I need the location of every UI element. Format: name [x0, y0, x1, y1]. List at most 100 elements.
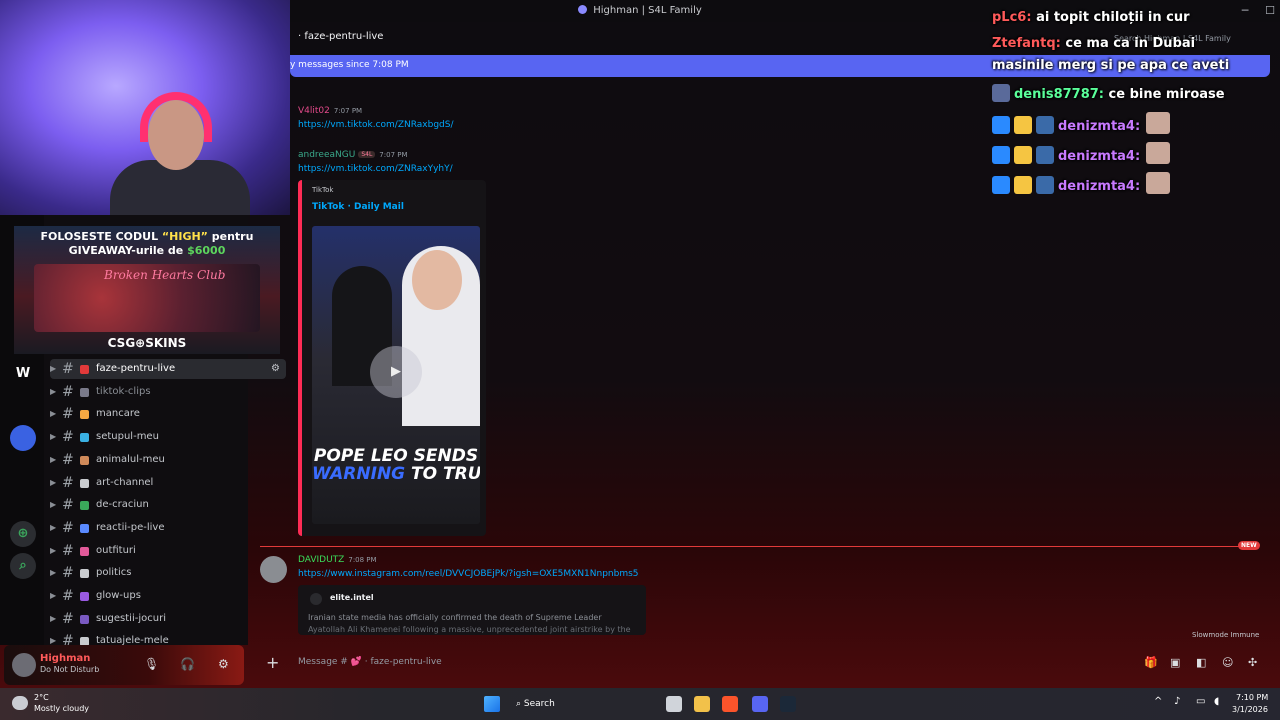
chevron-right-icon[interactable]: ▶ [50, 541, 56, 561]
channel-item-outfituri[interactable]: ▶ # outfituri [50, 541, 286, 561]
message-input[interactable]: Message # 💕 · faze-pentru-live [298, 657, 442, 667]
avatar[interactable] [12, 653, 36, 677]
start-button[interactable] [484, 696, 500, 712]
slowmode-indicator: Slowmode Immune [1192, 631, 1260, 639]
message-link[interactable]: https://www.instagram.com/reel/DVVCJOBEj… [298, 569, 639, 579]
hash-icon: # [62, 610, 74, 627]
server-icon-w[interactable]: W [10, 361, 36, 387]
embed-title[interactable]: TikTok · Daily Mail [312, 202, 404, 212]
message: V4lit02 7:07 PM https://vm.tiktok.com/ZNR… [298, 106, 454, 130]
chevron-right-icon[interactable]: ▶ [50, 473, 56, 493]
add-attachment-button[interactable]: + [266, 653, 279, 672]
channel-item-animalul-meu[interactable]: ▶ # animalul-meu [50, 450, 286, 470]
apps-icon[interactable]: ✣ [1248, 656, 1257, 669]
new-messages-text: y messages since 7:08 PM [290, 60, 409, 70]
volume-icon[interactable]: ◖ [1214, 696, 1219, 707]
gif-icon[interactable]: ▣ [1170, 656, 1180, 669]
message: DAVIDUTZ 7:08 PM https://www.instagram.co… [298, 555, 639, 579]
server-icon-blue[interactable] [10, 425, 36, 451]
discover-icon[interactable]: ⌕ [10, 553, 36, 579]
steam-icon[interactable] [780, 696, 796, 712]
promo-brand: CSG⊕SKINS [107, 336, 187, 350]
channel-label: sugestii-jocuri [96, 612, 166, 624]
channel-label: politics [96, 567, 132, 579]
chevron-right-icon[interactable]: ▶ [50, 518, 56, 538]
microphone-icon[interactable]: 🎙 [144, 657, 159, 671]
settings-icon[interactable]: ⚙ [218, 657, 229, 671]
discord-icon[interactable] [752, 696, 768, 712]
overlay-chat-text: ce bine miroase [1104, 87, 1225, 102]
thumbnail-face [412, 250, 462, 310]
channel-item-setupul-meu[interactable]: ▶ # setupul-meu [50, 427, 286, 447]
chevron-right-icon[interactable]: ▶ [50, 609, 56, 629]
chevron-right-icon[interactable]: ▶ [50, 495, 56, 515]
chevron-right-icon[interactable]: ▶ [50, 359, 56, 379]
instagram-embed: elite.intel Iranian state media has offi… [298, 585, 646, 635]
new-tag: NEW [1238, 541, 1260, 550]
headset-icon[interactable]: 🎧 [180, 657, 195, 671]
channel-item-mancare[interactable]: ▶ # mancare [50, 404, 286, 424]
message-link[interactable]: https://vm.tiktok.com/ZNRaxYyhY/ [298, 164, 453, 174]
add-server-icon[interactable]: ⊕ [10, 521, 36, 547]
promo-line-1: FOLOSESTE CODUL “HIGH” pentru [14, 230, 280, 243]
channel-emoji-icon [80, 523, 89, 533]
channel-item-reactii-pe-live[interactable]: ▶ # reactii-pe-live [50, 518, 286, 538]
chevron-up-icon[interactable]: ^ [1154, 696, 1162, 707]
emote-icon [1146, 142, 1171, 164]
message-time: 7:07 PM [379, 151, 408, 159]
channel-item-tiktok-clips[interactable]: ▶ # tiktok-clips [50, 382, 286, 402]
overlay-chat-user: Ztefantq: [992, 36, 1061, 51]
play-icon[interactable]: ▶ [370, 346, 422, 398]
gift-icon[interactable]: 🎁 [1144, 656, 1158, 669]
channel-item-glow-ups[interactable]: ▶ # glow-ups [50, 586, 286, 606]
weather-desc[interactable]: Mostly cloudy [34, 704, 89, 713]
video-thumbnail[interactable]: ▶ POPE LEO SENDS WARNING TO TRUMP [312, 226, 480, 524]
network-icon[interactable]: ▭ [1196, 696, 1205, 707]
channel-item-sugestii-jocuri[interactable]: ▶ # sugestii-jocuri [50, 609, 286, 629]
channel-item-art-channel[interactable]: ▶ # art-channel [50, 473, 286, 493]
brave-icon[interactable] [722, 696, 738, 712]
new-messages-divider [260, 546, 1258, 547]
clock-time[interactable]: 7:10 PM [1236, 693, 1268, 702]
chevron-right-icon[interactable]: ▶ [50, 450, 56, 470]
taskbar-search[interactable]: ⌕ Search [516, 694, 656, 714]
message-author[interactable]: DAVIDUTZ [298, 555, 344, 565]
channel-settings-icon[interactable]: ⚙ [271, 359, 280, 379]
chevron-right-icon[interactable]: ▶ [50, 427, 56, 447]
hash-icon: # [62, 361, 74, 377]
embed-author[interactable]: elite.intel [330, 593, 374, 602]
overlay-chat-text: ce ma ca in Dubai [1060, 36, 1196, 51]
server-icon [578, 5, 588, 14]
message-composer[interactable]: + Message # 💕 · faze-pentru-live 🎁 ▣ ◧ ☺… [258, 647, 1270, 679]
channel-item-faze-pentru-live[interactable]: ▶ # faze-pentru-live ⚙ [50, 359, 286, 379]
channel-emoji-icon [80, 365, 89, 374]
clock-date[interactable]: 3/1/2026 [1232, 705, 1268, 714]
overlay-chat-user: pLc6: [992, 10, 1032, 25]
chevron-right-icon[interactable]: ▶ [50, 382, 56, 402]
hash-icon: # [62, 451, 74, 468]
message-author[interactable]: V4lit02 [298, 106, 330, 116]
stream-chat-overlay: pLc6: ai topit chiloții in cur Ztefantq: … [990, 8, 1280, 208]
user-badge-icon [992, 84, 1010, 102]
channel-item-de-craciun[interactable]: ▶ # de-craciun [50, 495, 286, 515]
weather-temp[interactable]: 2°C [34, 693, 49, 702]
chevron-right-icon[interactable]: ▶ [50, 563, 56, 583]
chevron-right-icon[interactable]: ▶ [50, 586, 56, 606]
message-link[interactable]: https://vm.tiktok.com/ZNRaxbgdS/ [298, 120, 454, 130]
embed-author-icon [310, 593, 322, 605]
sticker-icon[interactable]: ◧ [1196, 656, 1206, 669]
promo-line-2: GIVEAWAY-urile de $6000 [14, 244, 280, 257]
promo-amount: $6000 [187, 244, 226, 257]
avatar[interactable] [260, 556, 287, 583]
file-explorer-icon[interactable] [694, 696, 710, 712]
speaker-icon[interactable]: ♪ [1174, 696, 1180, 707]
message-author[interactable]: andreeaNGU [298, 150, 355, 160]
user-name: Highman [40, 653, 91, 664]
chevron-right-icon[interactable]: ▶ [50, 404, 56, 424]
channel-item-politics[interactable]: ▶ # politics [50, 563, 286, 583]
channel-emoji-icon [80, 569, 89, 579]
emoji-icon[interactable]: ☺ [1222, 656, 1233, 669]
taskview-icon[interactable] [666, 696, 682, 712]
channel-emoji-icon [80, 410, 89, 420]
crown-badge-icon [1014, 116, 1032, 134]
